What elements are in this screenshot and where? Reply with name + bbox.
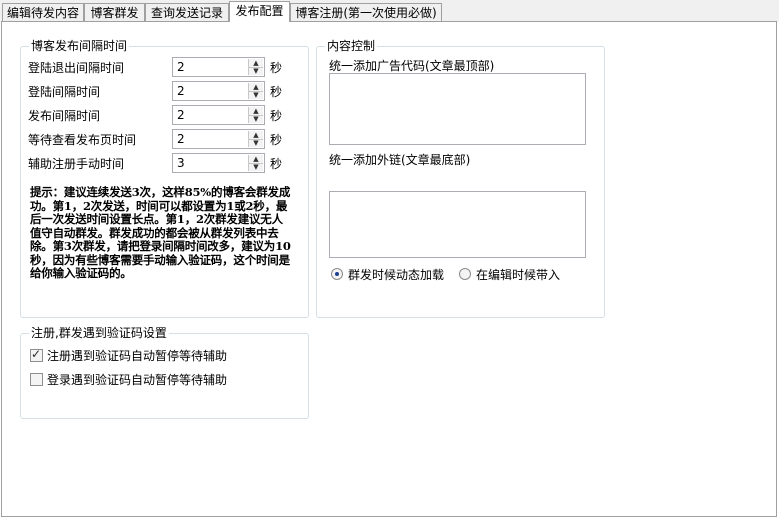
register-captcha-label[interactable]: 注册遇到验证码自动暂停等待辅助 [47,349,227,363]
external-link-textarea[interactable] [329,191,586,258]
spinner-value: 2 [177,108,185,122]
tab-bar: 编辑待发内容 博客群发 查询发送记录 发布配置 博客注册(第一次使用必做) [0,0,779,22]
spinner-buttons: ▲ ▼ [248,83,263,99]
dynamic-load-label[interactable]: 群发时候动态加载 [348,268,444,282]
register-captcha-checkbox[interactable]: ✓ [30,347,43,362]
spinner-buttons: ▲ ▼ [248,59,263,75]
radio-selected-dot [335,272,339,276]
tab-blog-broadcast[interactable]: 博客群发 [84,3,145,21]
tab-publish-config[interactable]: 发布配置 [229,1,290,22]
check-icon: ✓ [31,347,42,361]
spinner-buttons: ▲ ▼ [248,107,263,123]
spinner-down-icon[interactable]: ▼ [249,91,263,99]
assist-register-spinner[interactable]: 3 ▲ ▼ [172,153,265,173]
tab-blog-register[interactable]: 博客注册(第一次使用必做) [290,3,442,21]
seconds-unit: 秒 [270,85,283,99]
spinner-value: 2 [177,84,185,98]
seconds-unit: 秒 [270,109,283,123]
assist-register-label: 辅助注册手动时间 [28,157,125,171]
spinner-down-icon[interactable]: ▼ [249,67,263,75]
seconds-unit: 秒 [270,157,283,171]
spinner-value: 2 [177,132,185,146]
hint-text: 提示：建议连续发送3次，这样85%的博客会群发成功。第1，2次发送，时间可以都设… [30,185,291,280]
login-captcha-label[interactable]: 登录遇到验证码自动暂停等待辅助 [47,373,227,387]
interval-group-title: 博客发布间隔时间 [29,39,130,53]
wait-publish-page-label: 等待查看发布页时间 [28,133,137,147]
spinner-buttons: ▲ ▼ [248,155,263,171]
content-group-title: 内容控制 [325,39,378,53]
spinner-buttons: ▲ ▼ [248,131,263,147]
spinner-value: 2 [177,60,185,74]
ad-code-label: 统一添加广告代码(文章最顶部) [329,59,495,73]
login-captcha-checkbox[interactable] [30,373,43,386]
logout-interval-label: 登陆退出间隔时间 [28,61,125,75]
seconds-unit: 秒 [270,61,283,75]
publish-interval-label: 发布间隔时间 [28,109,101,123]
login-interval-label: 登陆间隔时间 [28,85,101,99]
tab-label: 发布配置 [235,4,284,18]
tab-label: 查询发送记录 [150,6,223,20]
login-interval-spinner[interactable]: 2 ▲ ▼ [172,81,265,101]
spinner-down-icon[interactable]: ▼ [249,163,263,171]
captcha-group-title: 注册,群发遇到验证码设置 [29,326,169,340]
ad-code-textarea[interactable] [329,73,586,145]
tab-send-records[interactable]: 查询发送记录 [145,3,229,21]
spinner-down-icon[interactable]: ▼ [249,115,263,123]
edit-insert-radio[interactable] [459,268,471,280]
spinner-down-icon[interactable]: ▼ [249,139,263,147]
tab-label: 编辑待发内容 [6,6,79,20]
logout-interval-spinner[interactable]: 2 ▲ ▼ [172,57,265,77]
seconds-unit: 秒 [270,133,283,147]
spinner-value: 3 [177,156,185,170]
tab-label: 博客注册(第一次使用必做) [295,6,437,20]
tab-label: 博客群发 [90,6,139,20]
tab-edit-pending[interactable]: 编辑待发内容 [2,3,84,21]
publish-interval-spinner[interactable]: 2 ▲ ▼ [172,105,265,125]
dynamic-load-radio[interactable] [331,268,343,280]
external-link-label: 统一添加外链(文章最底部) [329,153,471,167]
wait-publish-page-spinner[interactable]: 2 ▲ ▼ [172,129,265,149]
edit-insert-label[interactable]: 在编辑时候带入 [476,268,560,282]
